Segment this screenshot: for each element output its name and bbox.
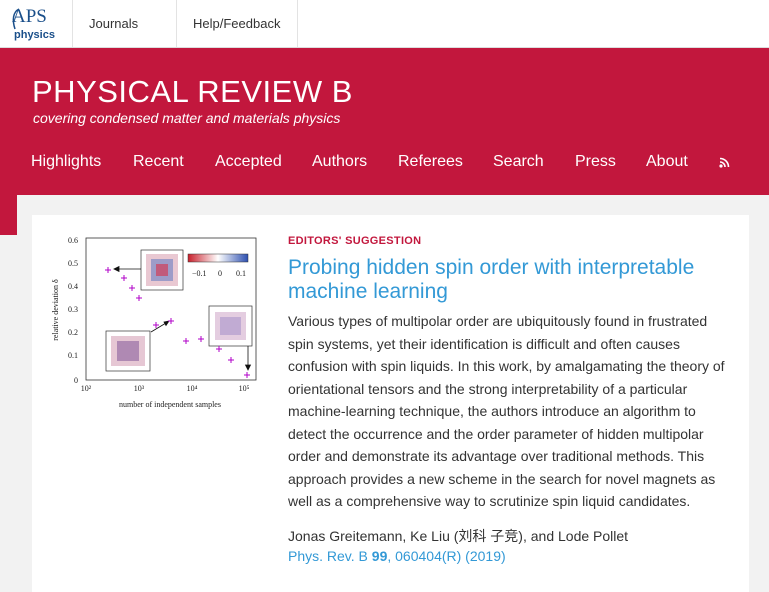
colorbar-tick: 0.1 <box>236 269 246 278</box>
nav-search[interactable]: Search <box>493 153 544 171</box>
y-tick: 0.3 <box>68 305 78 314</box>
data-point <box>105 267 111 273</box>
x-axis-label: number of independent samples <box>119 400 221 409</box>
banner-accent <box>0 195 17 235</box>
y-tick: 0 <box>74 376 78 385</box>
y-tick: 0.1 <box>68 351 78 360</box>
citation-pages: , 060404(R) (2019) <box>387 548 506 564</box>
x-tick: 10² <box>81 384 92 393</box>
data-point <box>198 336 204 342</box>
data-point <box>228 357 234 363</box>
inset-heatmap-right <box>208 305 253 347</box>
nav-accepted[interactable]: Accepted <box>215 153 282 171</box>
y-tick: 0.6 <box>68 236 78 245</box>
rss-icon[interactable] <box>719 157 730 168</box>
article-authors: Jonas Greitemann, Ke Liu (刘科 子竞), and Lo… <box>288 528 629 544</box>
nav-about[interactable]: About <box>646 153 688 171</box>
nav-press[interactable]: Press <box>575 153 616 171</box>
article-title[interactable]: Probing hidden spin order with interpret… <box>288 256 728 304</box>
inset-heatmap-left <box>105 330 151 372</box>
data-point <box>216 346 222 352</box>
nav-authors[interactable]: Authors <box>312 153 367 171</box>
nav-referees[interactable]: Referees <box>398 153 463 171</box>
article-citation-link[interactable]: Phys. Rev. B 99, 060404(R) (2019) <box>288 548 506 564</box>
data-point <box>121 275 127 281</box>
data-point <box>183 338 189 344</box>
colorbar-tick: 0 <box>218 269 222 278</box>
article-abstract: Various types of multipolar order are ub… <box>288 313 725 509</box>
data-point <box>129 285 135 291</box>
help-feedback-label: Help/Feedback <box>193 16 281 31</box>
data-point <box>153 322 159 328</box>
x-tick: 10⁵ <box>239 384 250 393</box>
y-tick: 0.4 <box>68 282 78 291</box>
data-point <box>168 318 174 324</box>
colorbar-tick: −0.1 <box>192 269 207 278</box>
top-bar: APS physics Journals Help/Feedback <box>0 0 769 75</box>
logo-aps-text: APS <box>12 6 47 27</box>
x-tick: 10⁴ <box>187 384 198 393</box>
editors-suggestion-badge: EDITORS' SUGGESTION <box>288 235 422 247</box>
journal-subtitle: covering condensed matter and materials … <box>33 110 341 126</box>
y-axis-label: relative deviation δ <box>51 279 60 341</box>
data-point <box>136 295 142 301</box>
help-feedback-link[interactable]: Help/Feedback <box>177 0 298 47</box>
citation-volume: 99 <box>371 548 388 564</box>
colorbar: −0.1 0 0.1 <box>187 253 249 278</box>
citation-journal: Phys. Rev. B <box>288 548 372 564</box>
data-point <box>244 372 250 378</box>
nav-highlights[interactable]: Highlights <box>31 153 101 171</box>
nav-recent[interactable]: Recent <box>133 153 184 171</box>
y-tick: 0.2 <box>68 328 78 337</box>
journals-menu[interactable]: Journals <box>73 0 177 75</box>
journals-label: Journals <box>89 16 139 31</box>
inset-heatmap-top <box>140 249 184 291</box>
y-tick: 0.5 <box>68 259 78 268</box>
x-tick: 10³ <box>134 384 145 393</box>
article-figure[interactable]: 0.6 0.5 0.4 0.3 0.2 0.1 0 relative devia… <box>48 228 268 414</box>
aps-physics-logo[interactable]: APS physics <box>0 0 73 47</box>
logo-physics-text: physics <box>14 29 55 41</box>
journal-title[interactable]: PHYSICAL REVIEW B <box>32 74 353 110</box>
